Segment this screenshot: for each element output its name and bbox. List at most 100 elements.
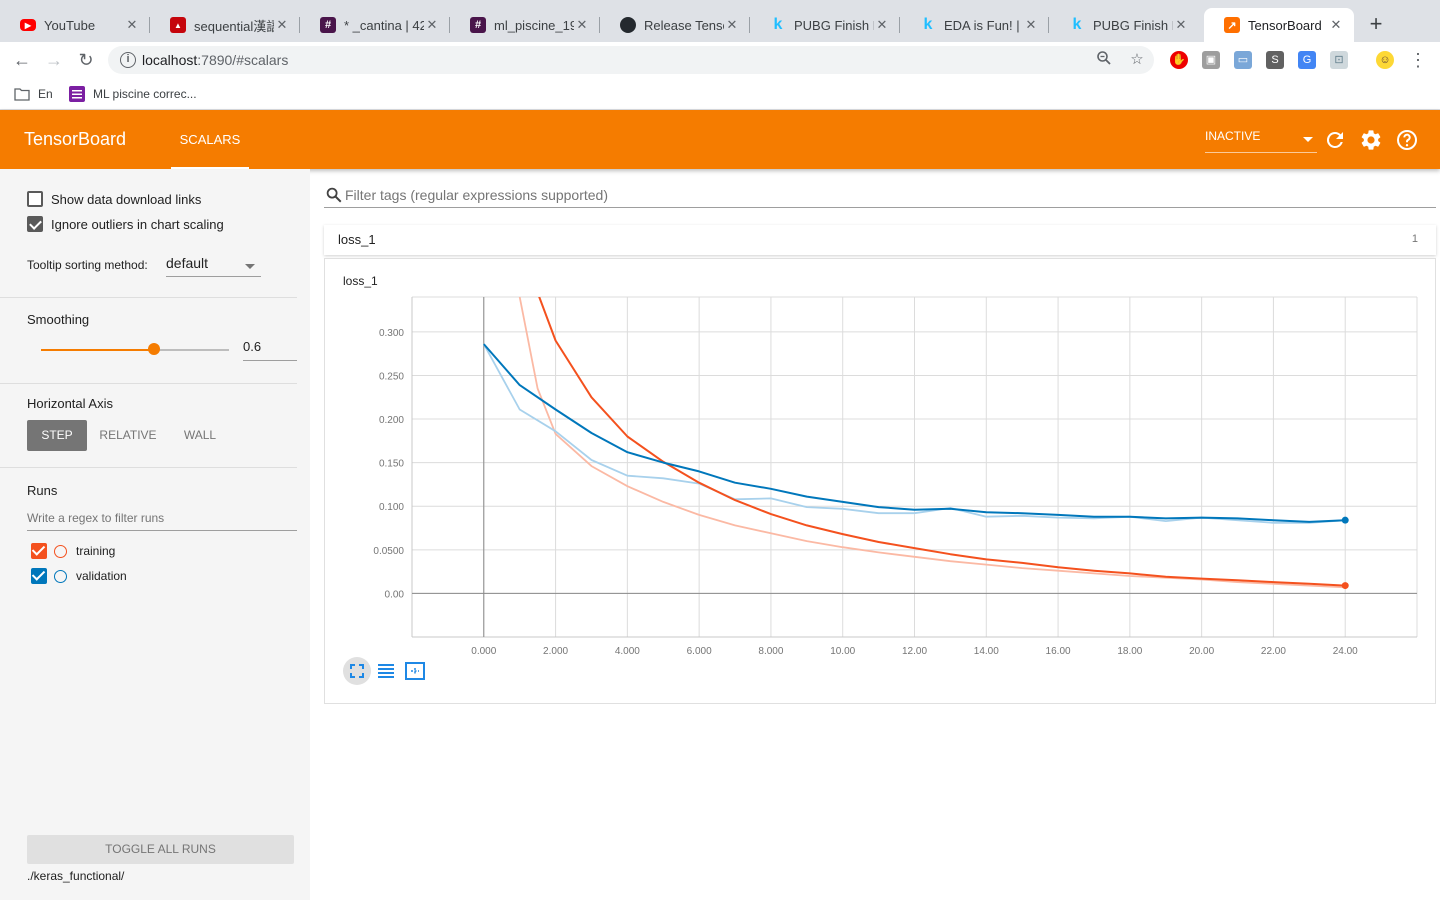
close-tab-icon[interactable]: ✕ <box>574 17 590 33</box>
close-tab-icon[interactable]: ✕ <box>274 17 290 33</box>
show-download-links-checkbox[interactable]: Show data download links <box>27 191 201 207</box>
series-endpoint-training[interactable] <box>1341 582 1349 590</box>
inactive-plugins-select[interactable]: INACTIVE <box>1205 129 1317 153</box>
browser-tab[interactable]: # * _cantina | 42 ✕ <box>300 8 450 42</box>
kaggle-icon: k <box>1072 16 1082 33</box>
run-checkbox[interactable] <box>31 568 47 584</box>
ignore-outliers-checkbox[interactable]: Ignore outliers in chart scaling <box>27 216 224 232</box>
scalar-chart-card: loss_1 0.000 2.000 4.000 6.000 8.000 10.00 12.… <box>324 258 1436 704</box>
settings-gear-icon[interactable] <box>1359 128 1383 152</box>
checkbox-unchecked[interactable] <box>27 191 43 207</box>
address-bar[interactable]: i localhost:7890/#scalars ☆ <box>108 46 1154 74</box>
close-tab-icon[interactable]: ✕ <box>424 17 440 33</box>
y-tick-label: 0.150 <box>379 459 404 470</box>
slider-fill <box>41 349 154 351</box>
translate-icon[interactable]: G <box>1298 51 1316 69</box>
run-item-training[interactable]: training <box>31 543 115 559</box>
runs-filter-input[interactable]: Write a regex to filter runs <box>27 511 297 531</box>
series-endpoint-validation[interactable] <box>1341 516 1349 524</box>
runs-filter-placeholder: Write a regex to filter runs <box>27 511 165 525</box>
close-tab-icon[interactable]: ✕ <box>1023 17 1039 33</box>
forward-icon[interactable]: → <box>42 48 66 72</box>
x-tick-label: 14.00 <box>974 646 999 657</box>
run-label: validation <box>76 569 127 583</box>
toggle-log-scale-button[interactable] <box>372 657 400 685</box>
new-tab-button[interactable]: + <box>1364 12 1388 36</box>
dropdown-value: default <box>166 255 209 271</box>
category-header[interactable]: loss_1 1 <box>324 225 1436 255</box>
close-tab-icon[interactable]: ✕ <box>1328 17 1344 33</box>
reload-icon[interactable]: ↻ <box>74 48 98 72</box>
tag-filter-input[interactable]: Filter tags (regular expressions support… <box>324 184 1436 208</box>
smoothing-input[interactable]: 0.6 <box>243 339 297 361</box>
tab-title: sequential漢語 <box>194 18 274 34</box>
tab-scalars[interactable]: SCALARS <box>171 110 249 169</box>
reload-data-icon[interactable] <box>1323 128 1347 152</box>
x-tick-label: 20.00 <box>1189 646 1214 657</box>
horizontal-axis-title: Horizontal Axis <box>27 396 113 411</box>
browser-menu-icon[interactable]: ⋮ <box>1406 48 1430 72</box>
help-icon[interactable] <box>1395 128 1419 152</box>
run-item-validation[interactable]: validation <box>31 568 127 584</box>
browser-tab[interactable]: k PUBG Finish Pl✕ <box>750 8 900 42</box>
browser-tab[interactable]: ▲ sequential漢語 ✕ <box>150 8 300 42</box>
extension-window-icon[interactable]: ▭ <box>1234 51 1252 69</box>
x-tick-label: 8.000 <box>758 646 783 657</box>
divider <box>0 383 297 384</box>
zoom-icon[interactable] <box>1094 50 1114 70</box>
bookmark-label: En <box>38 87 53 101</box>
browser-tab[interactable]: ↗ TensorBoard ✕ <box>1204 8 1354 42</box>
browser-tab[interactable]: ▶ YouTube ✕ <box>0 8 150 42</box>
extension-s-icon[interactable]: S <box>1266 51 1284 69</box>
folder-icon <box>14 88 30 101</box>
youtube-icon: ▶ <box>20 19 36 31</box>
search-icon <box>326 187 342 203</box>
extension-camera-icon[interactable]: ▣ <box>1202 51 1220 69</box>
url-text: localhost:7890/#scalars <box>142 52 289 68</box>
profile-avatar-icon[interactable]: ☺ <box>1376 51 1394 69</box>
expand-chart-button[interactable] <box>343 657 371 685</box>
x-tick-label: 4.000 <box>615 646 640 657</box>
close-tab-icon[interactable]: ✕ <box>1173 17 1189 33</box>
fit-domain-button[interactable] <box>401 657 429 685</box>
toggle-all-runs-button[interactable]: TOGGLE ALL RUNS <box>27 835 294 864</box>
run-checkbox[interactable] <box>31 543 47 559</box>
x-tick-label: 16.00 <box>1046 646 1071 657</box>
tooltip-sorting-dropdown[interactable]: default <box>166 255 261 277</box>
smoothing-value: 0.6 <box>243 339 262 354</box>
x-tick-label: 18.00 <box>1117 646 1142 657</box>
extension-page-icon[interactable]: ⊡ <box>1330 51 1348 69</box>
browser-tab[interactable]: k PUBG Finish Pl✕ <box>1049 8 1199 42</box>
university-icon: ▲ <box>170 17 186 33</box>
browser-tab[interactable]: k EDA is Fun! | K✕ <box>900 8 1049 42</box>
run-radio[interactable] <box>54 569 67 583</box>
checkbox-checked[interactable] <box>27 216 43 232</box>
axis-step-button[interactable]: STEP <box>27 420 87 451</box>
divider <box>0 297 297 298</box>
smoothing-slider[interactable] <box>41 343 229 355</box>
bookmark-ml-piscine[interactable]: ML piscine correc... <box>69 85 197 103</box>
axis-relative-button[interactable]: RELATIVE <box>97 420 159 451</box>
back-icon[interactable]: ← <box>10 48 34 72</box>
tab-title: PUBG Finish Pl <box>1093 17 1173 33</box>
divider <box>0 467 297 468</box>
tab-title: * _cantina | 42 <box>344 17 424 33</box>
bookmark-folder-en[interactable]: En <box>14 85 53 103</box>
series-line-training-smoothed[interactable] <box>520 259 1346 587</box>
axis-wall-button[interactable]: WALL <box>176 420 224 451</box>
tab-title: ml_piscine_19_s <box>494 17 574 33</box>
bookmark-star-icon[interactable]: ☆ <box>1127 50 1147 70</box>
info-icon[interactable]: i <box>120 52 136 68</box>
close-tab-icon[interactable]: ✕ <box>724 17 740 33</box>
close-tab-icon[interactable]: ✕ <box>124 17 140 33</box>
tab-title: PUBG Finish Pl <box>794 17 874 33</box>
slider-knob[interactable] <box>147 343 160 355</box>
browser-tab[interactable]: Release Tenso ✕ <box>600 8 750 42</box>
app-title: TensorBoard <box>24 129 127 149</box>
loss-chart[interactable]: 0.000 2.000 4.000 6.000 8.000 10.00 12.00 14.00… <box>325 259 1435 703</box>
series-line-training-raw[interactable] <box>502 259 1346 589</box>
close-tab-icon[interactable]: ✕ <box>874 17 890 33</box>
adblock-icon[interactable]: ✋ <box>1170 51 1188 69</box>
browser-tab[interactable]: # ml_piscine_19_s✕ <box>450 8 600 42</box>
run-radio[interactable] <box>54 544 67 558</box>
